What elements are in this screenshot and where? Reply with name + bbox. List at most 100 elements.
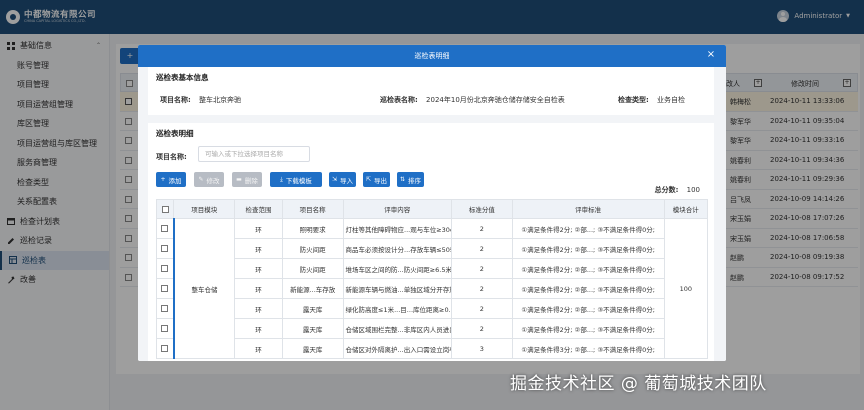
row-checkbox[interactable] bbox=[161, 265, 169, 272]
content-cell: 仓储区域围栏完整...非库区内人员进出 bbox=[342, 318, 452, 339]
sort-button[interactable]: ⇅ 排序 bbox=[397, 172, 424, 187]
section-title: 巡检表明细 bbox=[156, 129, 194, 138]
table-header: 项目模块 检查范围 项目名称 评审内容 标准分值 评审标准 模块合计 bbox=[155, 199, 709, 219]
dialog-header: 巡检表明细 × bbox=[138, 45, 726, 67]
standard-cell: ①满足条件得2分; ②部...; ③不满足条件得0分; bbox=[511, 238, 665, 259]
import-label: 导入 bbox=[340, 176, 354, 185]
item-name-cell: 露天库 bbox=[281, 298, 344, 319]
content-cell: 仓储区对外隔离护...出入口需设立岗亭 bbox=[342, 338, 452, 359]
edit-icon: ✎ bbox=[198, 176, 204, 183]
check-type-label: 检查类型: bbox=[618, 96, 649, 104]
total-score-value: 100 bbox=[686, 186, 700, 194]
edit-label: 修改 bbox=[206, 176, 220, 185]
content-cell: 商品车必须按设计分...存放车辆≤50辆 bbox=[342, 238, 452, 259]
trash-icon: ▬ bbox=[236, 176, 242, 183]
scope-cell: 环 bbox=[234, 298, 283, 319]
basic-info-panel: 巡检表基本信息 项目名称: 整车北京奔驰 巡检表名称: 2024年10月份北京奔… bbox=[148, 67, 714, 115]
inspection-detail-dialog: 巡检表明细 × 巡检表基本信息 项目名称: 整车北京奔驰 巡检表名称: 2024… bbox=[138, 45, 726, 361]
content-cell: 堆场车区之间的防...防火间距≥6.5米 bbox=[342, 258, 452, 279]
row-checkbox[interactable] bbox=[161, 345, 169, 352]
dialog-body: 巡检表基本信息 项目名称: 整车北京奔驰 巡检表名称: 2024年10月份北京奔… bbox=[138, 67, 726, 361]
table-row[interactable]: 环 露天库 仓储区对外隔离护...出入口需设立岗亭 3 ①满足条件得3分; ②部… bbox=[155, 338, 708, 359]
scope-cell: 环 bbox=[234, 258, 283, 279]
sheet-name-label: 巡检表名称: bbox=[380, 96, 418, 104]
project-info: 项目名称: 整车北京奔驰 bbox=[160, 95, 241, 105]
item-name-cell: 新能源...车存放 bbox=[281, 278, 344, 299]
row-checkbox[interactable] bbox=[161, 225, 169, 232]
column-header-module-total: 模块合计 bbox=[663, 199, 709, 219]
module-total-cell: 100 bbox=[663, 218, 709, 359]
column-header-standard: 评审标准 bbox=[511, 199, 665, 219]
edit-button[interactable]: ✎ 修改 bbox=[194, 172, 224, 187]
content-cell: 灯柱等其他障碍物应...观与车位≥30cm bbox=[342, 218, 452, 239]
close-icon[interactable]: × bbox=[706, 50, 716, 60]
content-cell: 新能源车辆与燃油...单独区域分开存放 bbox=[342, 278, 452, 299]
scope-cell: 环 bbox=[234, 318, 283, 339]
scope-cell: 环 bbox=[234, 218, 283, 239]
download-template-button[interactable]: ⤓ 下载模板 bbox=[270, 172, 322, 187]
export-button[interactable]: ⇱ 导出 bbox=[363, 172, 390, 187]
add-label: 添加 bbox=[168, 176, 182, 185]
standard-cell: ①满足条件得2分; ②部...; ③不满足条件得0分; bbox=[511, 298, 665, 319]
score-cell: 2 bbox=[450, 298, 513, 319]
total-score: 总分数: 100 bbox=[655, 185, 700, 195]
standard-cell: ①满足条件得2分; ②部...; ③不满足条件得0分; bbox=[511, 278, 665, 299]
select-all-checkbox[interactable] bbox=[161, 205, 169, 213]
sheet-info: 巡检表名称: 2024年10月份北京奔驰仓储存储安全自检表 bbox=[380, 95, 565, 105]
item-name-cell: 露天库 bbox=[281, 318, 344, 339]
export-icon: ⇱ bbox=[365, 176, 372, 183]
standard-cell: ①满足条件得2分; ②部...; ③不满足条件得0分; bbox=[511, 218, 665, 239]
watermark-text: 掘金技术社区 @ 葡萄城技术团队 bbox=[510, 374, 767, 394]
row-checkbox[interactable] bbox=[161, 245, 169, 252]
table-row[interactable]: 环 露天库 仓储区域围栏完整...非库区内人员进出 2 ①满足条件得2分; ②部… bbox=[155, 318, 708, 339]
download-template-label: 下载模板 bbox=[285, 176, 312, 185]
check-type-info: 检查类型: 业务自检 bbox=[618, 95, 685, 105]
score-cell: 2 bbox=[450, 238, 513, 259]
table-row[interactable]: 环 露天库 绿化防高度≤1米...目...库位距离≥0.5米 2 ①满足条件得2… bbox=[155, 298, 708, 319]
sort-label: 排序 bbox=[408, 176, 422, 185]
section-title: 巡检表基本信息 bbox=[156, 73, 209, 82]
table-row[interactable]: 环 防火间距 商品车必须按设计分...存放车辆≤50辆 2 ①满足条件得2分; … bbox=[155, 238, 708, 259]
item-name-cell: 防火间距 bbox=[281, 238, 344, 259]
delete-label: 删除 bbox=[244, 176, 258, 185]
item-name-cell: 防火间距 bbox=[281, 258, 344, 279]
dialog-title: 巡检表明细 bbox=[414, 52, 450, 60]
standard-cell: ①满足条件得3分; ②部...; ③不满足条件得0分; bbox=[511, 338, 665, 359]
score-cell: 3 bbox=[450, 338, 513, 359]
detail-table: 项目模块 检查范围 项目名称 评审内容 标准分值 评审标准 模块合计 整车仓储 … bbox=[155, 199, 709, 359]
export-label: 导出 bbox=[374, 176, 388, 185]
plus-icon: + bbox=[160, 176, 166, 183]
column-header-content: 评审内容 bbox=[342, 199, 452, 219]
score-cell: 2 bbox=[450, 278, 513, 299]
import-button[interactable]: ⇲ 导入 bbox=[329, 172, 356, 187]
search-label: 项目名称: bbox=[156, 153, 187, 161]
item-name-cell: 照明要求 bbox=[281, 218, 344, 239]
project-search-input[interactable]: 可输入或下拉选择项目名称 bbox=[198, 146, 310, 162]
scope-cell: 环 bbox=[234, 338, 283, 359]
table-row[interactable]: 整车仓储 环 照明要求 灯柱等其他障碍物应...观与车位≥30cm 2 ①满足条… bbox=[155, 218, 709, 359]
score-cell: 2 bbox=[450, 258, 513, 279]
table-row[interactable]: 环 新能源...车存放 新能源车辆与燃油...单独区域分开存放 2 ①满足条件得… bbox=[155, 278, 708, 299]
item-name-cell: 露天库 bbox=[281, 338, 344, 359]
delete-button[interactable]: ▬ 删除 bbox=[232, 172, 262, 187]
module-cell: 整车仓储 bbox=[172, 218, 236, 359]
score-cell: 2 bbox=[450, 318, 513, 339]
sheet-name-value: 2024年10月份北京奔驰仓储存储安全自检表 bbox=[426, 96, 565, 104]
select-all-cell[interactable] bbox=[155, 199, 175, 219]
scope-cell: 环 bbox=[234, 238, 283, 259]
check-type-value: 业务自检 bbox=[657, 96, 686, 104]
add-button[interactable]: + 添加 bbox=[156, 172, 186, 187]
total-score-label: 总分数: bbox=[654, 186, 679, 194]
score-cell: 2 bbox=[450, 218, 513, 239]
sort-icon: ⇅ bbox=[399, 176, 406, 183]
import-icon: ⇲ bbox=[331, 176, 338, 183]
row-checkbox[interactable] bbox=[161, 285, 169, 292]
scope-cell: 环 bbox=[234, 278, 283, 299]
row-checkbox[interactable] bbox=[161, 325, 169, 332]
table-row[interactable]: 环 防火间距 堆场车区之间的防...防火间距≥6.5米 2 ①满足条件得2分; … bbox=[155, 258, 708, 279]
column-header-item-name: 项目名称 bbox=[281, 199, 344, 219]
row-checkbox[interactable] bbox=[161, 305, 169, 312]
column-header-scope: 检查范围 bbox=[234, 199, 283, 219]
content-cell: 绿化防高度≤1米...目...库位距离≥0.5米 bbox=[342, 298, 452, 319]
detail-panel: 巡检表明细 项目名称: 可输入或下拉选择项目名称 + 添加 ✎ 修改 ▬ 删除 ⤓ 下载… bbox=[148, 123, 714, 361]
